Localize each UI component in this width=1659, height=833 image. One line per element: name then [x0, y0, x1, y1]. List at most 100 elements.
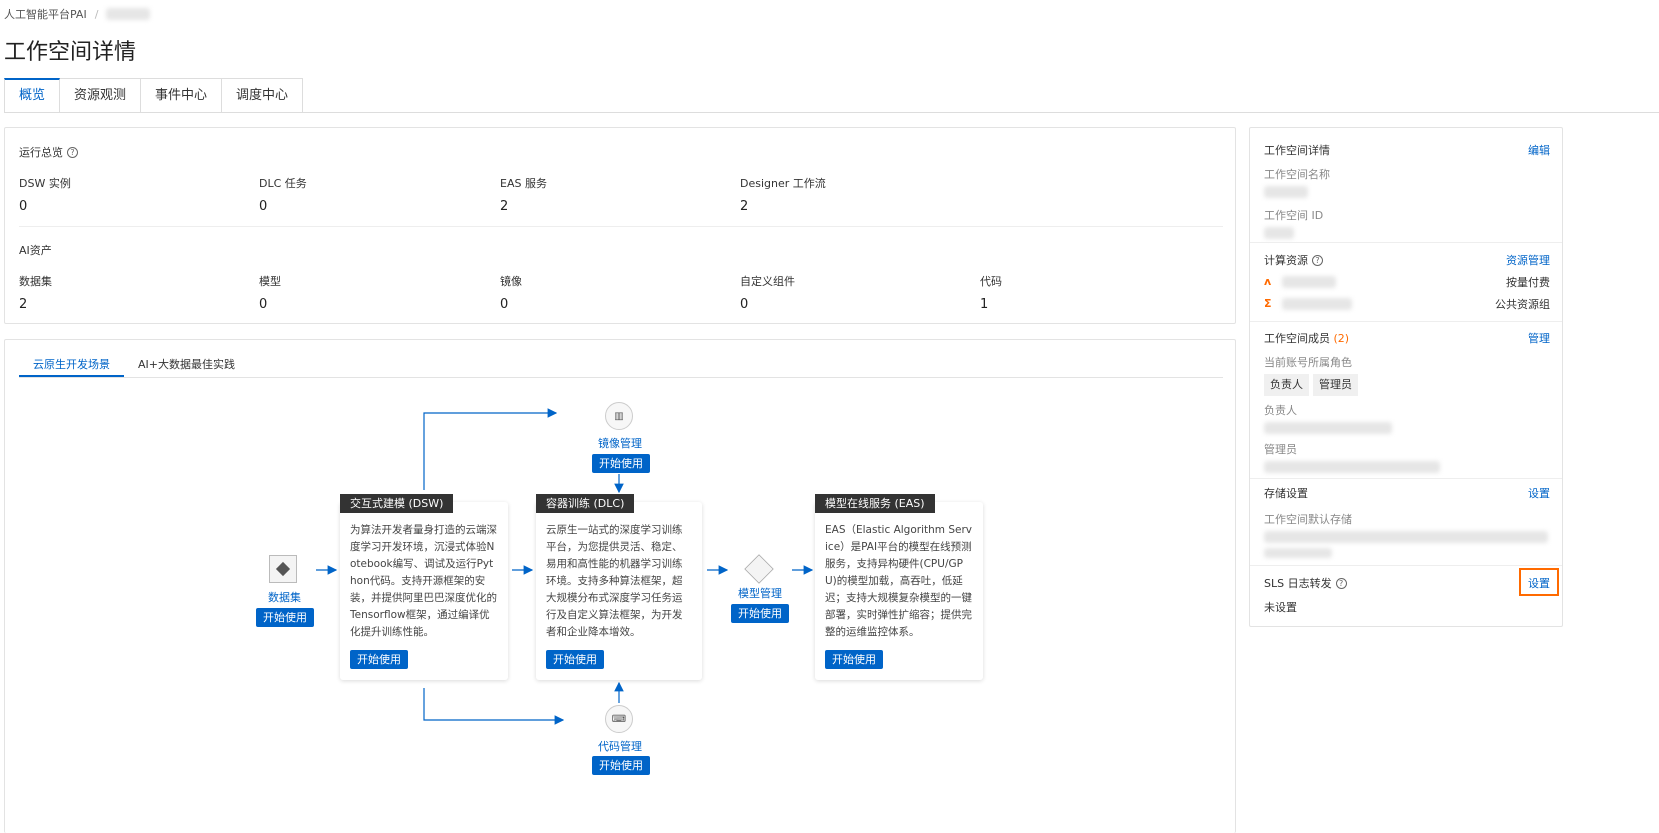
workspace-detail-title: 工作空间详情	[1264, 144, 1330, 157]
owner-label: 负责人	[1264, 404, 1297, 417]
breadcrumb-current	[106, 8, 151, 20]
side-divider	[1250, 478, 1562, 479]
default-storage-value-2	[1264, 548, 1332, 558]
subtab-cloud-native[interactable]: 云原生开发场景	[19, 354, 124, 377]
default-storage-value	[1264, 531, 1548, 543]
resource-billing: 公共资源组	[1495, 298, 1550, 311]
tab-resource-observe[interactable]: 资源观测	[60, 78, 142, 113]
workspace-detail-head: 工作空间详情 编辑	[1264, 142, 1550, 158]
stat-custom-component: 自定义组件 0	[740, 273, 795, 312]
side-divider	[1250, 321, 1562, 322]
stat-value[interactable]: 2	[500, 199, 547, 214]
tabs-divider	[4, 112, 1659, 113]
stat-value[interactable]: 0	[259, 297, 281, 312]
storage-setting-link[interactable]: 设置	[1528, 485, 1550, 501]
admin-value	[1264, 461, 1440, 473]
default-storage-label: 工作空间默认存储	[1264, 513, 1352, 526]
dataset-start-button[interactable]: 开始使用	[256, 608, 314, 627]
breadcrumb-root[interactable]: 人工智能平台PAI	[4, 6, 87, 22]
resource-item: Σ	[1264, 298, 1352, 310]
workspace-detail-section: 工作空间详情 编辑 工作空间名称 工作空间 ID	[1264, 142, 1550, 242]
stat-label: 镜像	[500, 275, 522, 288]
members-title-wrap: 工作空间成员 (2)	[1264, 330, 1349, 346]
resource-name	[1282, 298, 1352, 310]
stat-eas: EAS 服务 2	[500, 175, 547, 214]
dlc-start-button[interactable]: 开始使用	[546, 650, 604, 669]
role-tag-owner: 负责人	[1264, 374, 1309, 396]
stat-label: DLC 任务	[259, 177, 307, 190]
workspace-name-label: 工作空间名称	[1264, 168, 1330, 181]
sls-setting-highlight-box	[1519, 568, 1559, 596]
edit-link[interactable]: 编辑	[1528, 142, 1550, 158]
tab-event-center[interactable]: 事件中心	[141, 78, 223, 113]
breadcrumb-separator: /	[94, 7, 99, 21]
page-title: 工作空间详情	[4, 40, 137, 65]
stat-label: 自定义组件	[740, 275, 795, 288]
resource-billing: 按量付费	[1506, 276, 1550, 289]
dsw-start-button[interactable]: 开始使用	[350, 650, 408, 669]
lingjun-icon: ʌ	[1264, 275, 1272, 288]
stat-value[interactable]: 2	[740, 199, 826, 214]
model-start-button[interactable]: 开始使用	[731, 604, 789, 623]
members-head: 工作空间成员 (2) 管理	[1264, 330, 1550, 346]
compute-resource-section: 计算资源 ? 资源管理 ʌ 按量付费 Σ 公共资源组	[1264, 252, 1550, 312]
help-icon[interactable]: ?	[1335, 577, 1347, 589]
resource-item: ʌ	[1264, 276, 1336, 288]
members-section: 工作空间成员 (2) 管理 当前账号所属角色 负责人 管理员 负责人 管理员	[1264, 330, 1550, 476]
storage-title: 存储设置	[1264, 487, 1308, 500]
side-divider	[1250, 242, 1562, 243]
stat-label: 模型	[259, 275, 281, 288]
stat-label: EAS 服务	[500, 177, 547, 190]
stat-value[interactable]: 2	[19, 297, 52, 312]
run-overview-title: 运行总览 ?	[19, 144, 78, 160]
workspace-name-value	[1264, 186, 1308, 198]
breadcrumb: 人工智能平台PAI /	[4, 6, 151, 22]
stat-value[interactable]: 1	[980, 297, 1002, 312]
stat-model: 模型 0	[259, 273, 281, 312]
stat-label: 数据集	[19, 275, 52, 288]
resource-row: Σ 公共资源组	[1264, 296, 1550, 312]
stat-label: DSW 实例	[19, 177, 71, 190]
sls-section: SLS 日志转发 ? 设置 未设置	[1264, 575, 1550, 615]
stat-value[interactable]: 0	[500, 297, 522, 312]
sls-status: 未设置	[1264, 601, 1297, 614]
code-start-button[interactable]: 开始使用	[592, 756, 650, 775]
resource-name	[1282, 276, 1336, 288]
resource-manage-link[interactable]: 资源管理	[1506, 252, 1550, 268]
stat-value[interactable]: 0	[259, 199, 307, 214]
members-count: (2)	[1333, 332, 1350, 345]
stat-label: Designer 工作流	[740, 177, 826, 190]
stat-image: 镜像 0	[500, 273, 522, 312]
general-compute-icon: Σ	[1264, 297, 1272, 310]
sls-title-wrap: SLS 日志转发 ?	[1264, 575, 1347, 591]
sls-title: SLS 日志转发	[1264, 577, 1332, 590]
admin-label: 管理员	[1264, 443, 1297, 456]
workspace-id-label: 工作空间 ID	[1264, 209, 1324, 222]
stat-value[interactable]: 0	[740, 297, 795, 312]
help-icon[interactable]: ?	[1312, 254, 1323, 266]
members-title: 工作空间成员	[1264, 332, 1330, 345]
stat-dlc: DLC 任务 0	[259, 175, 307, 214]
stat-dsw: DSW 实例 0	[19, 175, 71, 214]
stat-designer: Designer 工作流 2	[740, 175, 826, 214]
storage-head: 存储设置 设置	[1264, 485, 1550, 501]
overview-card: 运行总览 ? DSW 实例 0 DLC 任务 0 EAS 服务 2 Design…	[4, 127, 1236, 324]
scene-subtabs: 云原生开发场景 AI+大数据最佳实践	[19, 354, 1223, 378]
stat-value[interactable]: 0	[19, 199, 71, 214]
workspace-side-panel: 工作空间详情 编辑 工作空间名称 工作空间 ID 计算资源 ? 资源管理 ʌ 按…	[1249, 127, 1563, 627]
tab-overview[interactable]: 概览	[4, 78, 61, 113]
help-icon[interactable]: ?	[67, 146, 78, 158]
workspace-id-value	[1264, 227, 1294, 239]
resource-row: ʌ 按量付费	[1264, 274, 1550, 290]
role-tags: 负责人 管理员	[1264, 374, 1550, 396]
tab-schedule-center[interactable]: 调度中心	[222, 78, 304, 113]
members-manage-link[interactable]: 管理	[1528, 330, 1550, 346]
eas-start-button[interactable]: 开始使用	[825, 650, 883, 669]
subtab-ai-bigdata[interactable]: AI+大数据最佳实践	[124, 354, 249, 377]
overview-divider	[19, 226, 1223, 227]
run-overview-label: 运行总览	[19, 146, 63, 159]
compute-resource-title: 计算资源	[1264, 254, 1308, 267]
stat-label: 代码	[980, 275, 1002, 288]
image-start-button[interactable]: 开始使用	[592, 454, 650, 473]
ai-assets-title: AI资产	[19, 244, 52, 257]
